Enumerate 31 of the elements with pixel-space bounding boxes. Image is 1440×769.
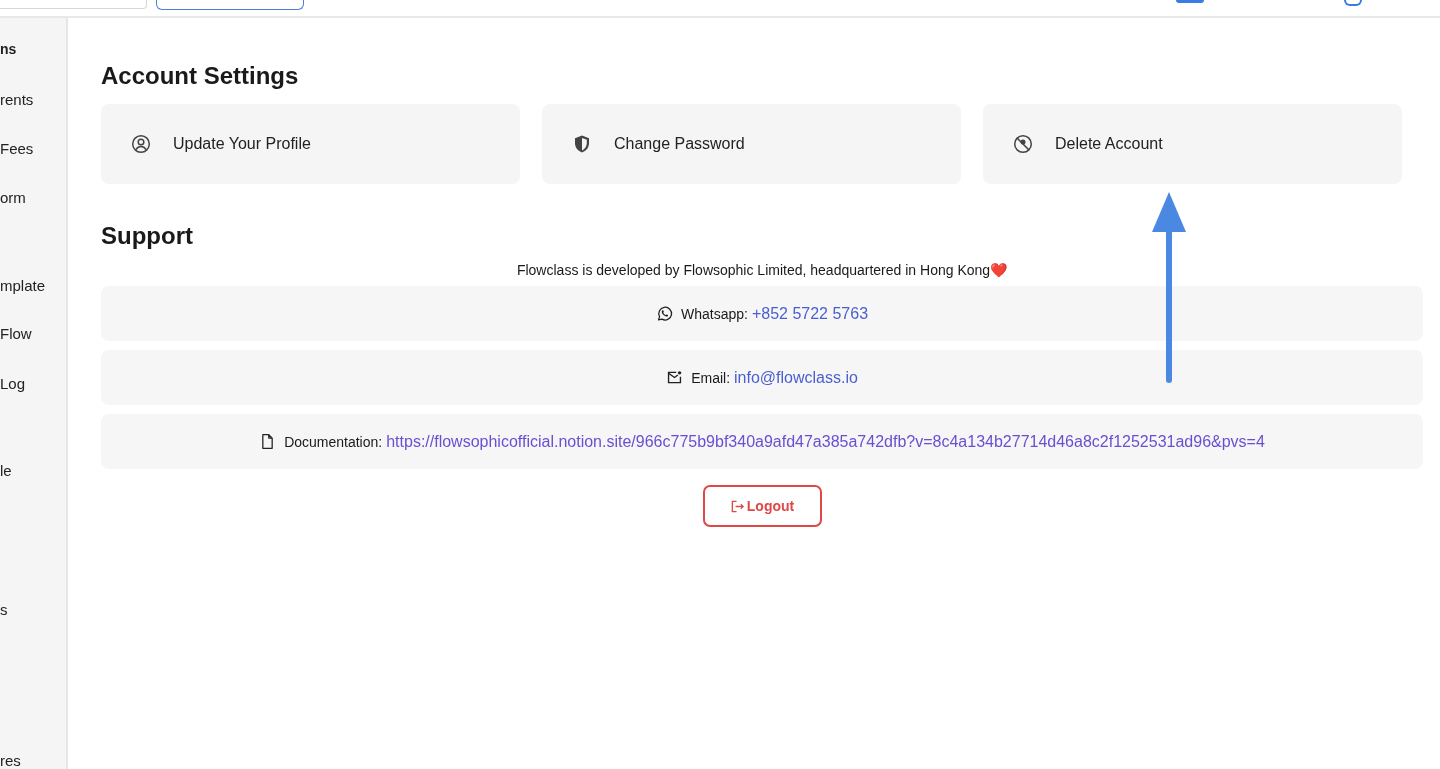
support-label: Email: — [691, 369, 731, 386]
sidebar-item[interactable]: Fees — [0, 138, 66, 160]
support-link[interactable]: info@flowclass.io — [734, 368, 858, 387]
support-link[interactable]: https://flowsophicofficial.notion.site/966c775b9bf340a9afd47a385a742dfb?v=8c4a134b27714d46a8c2f1252531ad96&pvs=4 — [386, 432, 1265, 451]
sidebar-item[interactable]: rents — [0, 89, 66, 111]
sidebar-item[interactable]: ns — [0, 38, 66, 60]
blocked-user-icon — [1013, 134, 1033, 154]
top-button[interactable] — [156, 0, 304, 10]
support-link[interactable]: +852 5722 5763 — [751, 304, 869, 323]
sidebar-item[interactable]: Log — [0, 373, 66, 395]
support-label: Whatsapp: — [680, 305, 748, 322]
logout-icon — [729, 498, 745, 514]
section-title: Account Settings — [101, 62, 300, 90]
chat-icon — [655, 305, 673, 322]
sidebar-item[interactable]: mplate — [0, 275, 66, 297]
settings-card[interactable]: Delete Account — [983, 104, 1402, 184]
settings-card[interactable]: Change Password — [542, 104, 961, 184]
support-note: Flowclass is developed by Flowsophic Limited, headquartered in Hong Kong❤ — [515, 262, 1009, 278]
search-field[interactable] — [0, 0, 147, 9]
mail-icon — [666, 369, 684, 386]
sidebar-item[interactable]: res — [0, 750, 66, 769]
shield-icon — [572, 134, 592, 154]
sidebar-item[interactable]: s — [0, 599, 66, 621]
logout-button[interactable]: Logout — [702, 485, 822, 527]
settings-card[interactable]: Update Your Profile — [101, 104, 520, 184]
sidebar-item[interactable]: le — [0, 460, 66, 482]
sidebar-item[interactable]: orm — [0, 187, 66, 209]
support-label: Documentation: — [284, 433, 383, 450]
user-icon — [131, 134, 151, 154]
section-title: Support — [101, 222, 194, 250]
sidebar-item[interactable]: Flow — [0, 323, 66, 345]
